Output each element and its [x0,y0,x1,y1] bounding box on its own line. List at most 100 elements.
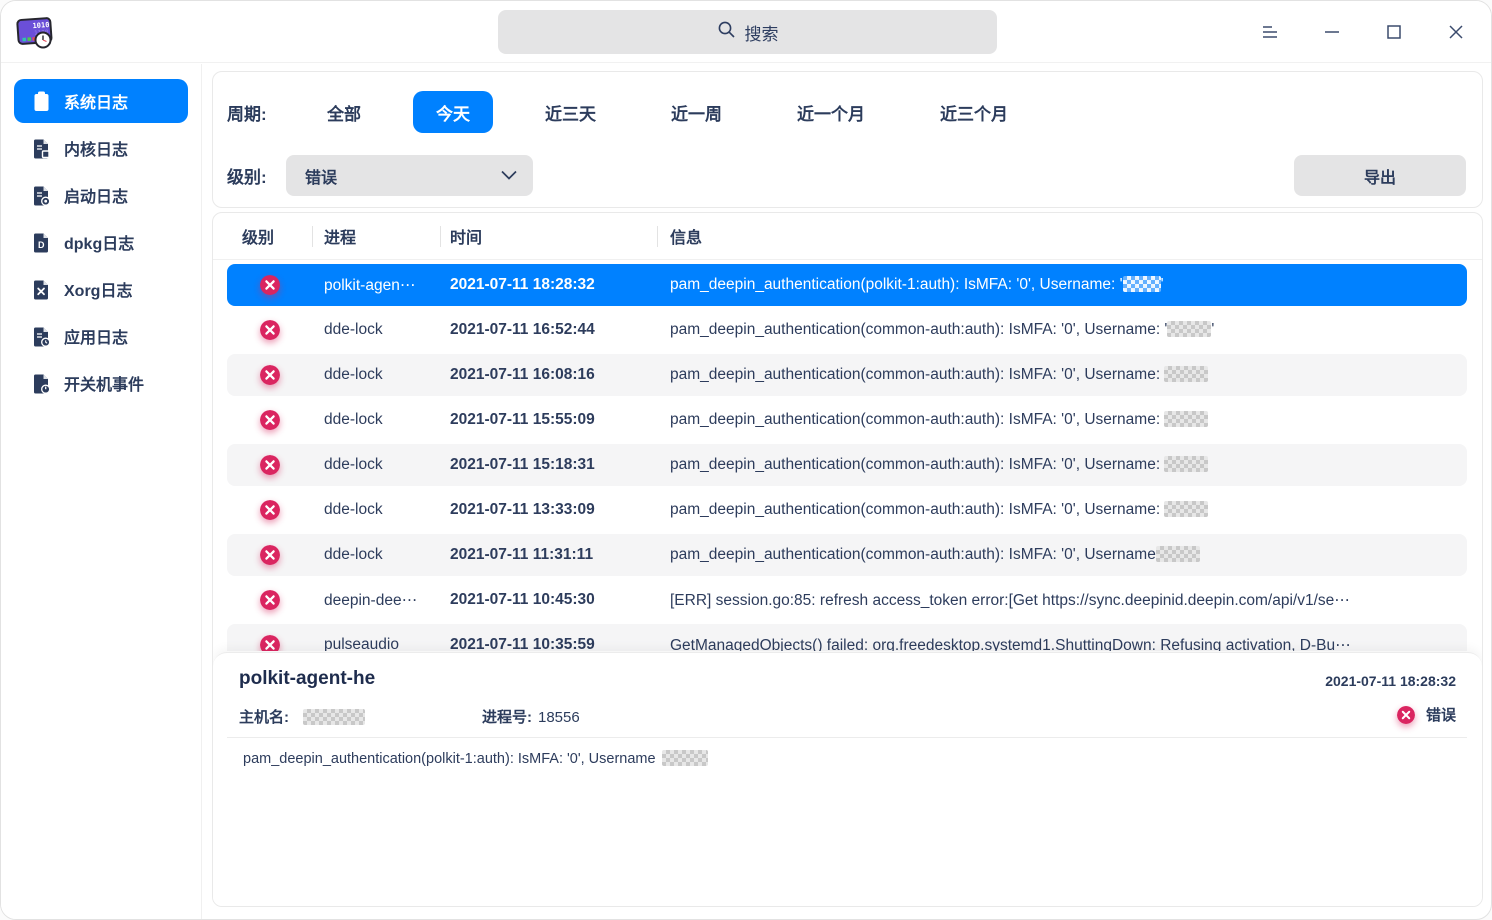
chevron-down-icon [501,167,517,185]
table-row[interactable]: deepin-dee⋯2021-07-11 10:45:30[ERR] sess… [227,579,1467,621]
period-tab-3[interactable]: 近一周 [648,91,745,133]
row-time-cell: 2021-07-11 10:35:59 [440,636,657,651]
svg-text:D: D [38,240,45,250]
period-tab-0[interactable]: 全部 [304,91,384,133]
table-row[interactable]: polkit-agen⋯2021-07-11 18:28:32pam_deepi… [227,264,1467,306]
sidebar-item-label: Xorg日志 [64,277,132,301]
column-header-message[interactable]: 信息 [657,213,1482,259]
detail-pid: 进程号:18556 [482,706,580,727]
row-level-cell [227,320,312,340]
error-icon [260,635,280,651]
row-process-cell: deepin-dee⋯ [312,591,440,610]
error-icon [260,455,280,475]
redacted-username [1164,411,1208,427]
menu-icon[interactable] [1239,1,1301,63]
redacted-username [1164,366,1208,382]
table-row[interactable]: dde-lock2021-07-11 13:33:09pam_deepin_au… [227,489,1467,531]
row-level-cell [227,275,312,295]
column-header-level[interactable]: 级别 [213,213,312,259]
row-time-cell: 2021-07-11 16:52:44 [440,321,657,339]
row-message-cell: pam_deepin_authentication(polkit-1:auth)… [657,276,1467,294]
detail-level-text: 错误 [1426,704,1456,725]
row-message-cell: GetManagedObjects() failed: org.freedesk… [657,636,1467,652]
table-row[interactable]: dde-lock2021-07-11 15:18:31pam_deepin_au… [227,444,1467,486]
search-icon [717,20,736,44]
window-controls [1239,1,1487,63]
redacted-username [1156,546,1200,562]
period-tab-1[interactable]: 今天 [413,91,493,133]
row-time-cell: 2021-07-11 16:08:16 [440,366,657,384]
filter-panel: 周期: 全部今天近三天近一周近一个月近三个月 级别: 错误 导出 [212,71,1483,208]
column-header-process[interactable]: 进程 [312,213,440,259]
error-icon [260,365,280,385]
sidebar-item-power-event[interactable]: 开关机事件 [14,361,188,405]
error-icon [1397,706,1415,724]
column-header-time[interactable]: 时间 [440,213,657,259]
period-tab-2[interactable]: 近三天 [522,91,619,133]
sidebar-item-kernel-log[interactable]: 内核日志 [14,126,188,170]
sidebar-item-boot-log[interactable]: 启动日志 [14,173,188,217]
period-tab-4[interactable]: 近一个月 [774,91,888,133]
row-process-cell: dde-lock [312,366,440,384]
row-time-cell: 2021-07-11 10:45:30 [440,591,657,609]
row-message-cell: pam_deepin_authentication(common-auth:au… [657,411,1467,429]
titlebar: 1010 1100 搜索 [1,1,1491,63]
detail-timestamp: 2021-07-11 18:28:32 [1325,673,1456,689]
error-icon [260,275,280,295]
kernel-log-icon [32,138,51,159]
sidebar-item-label: dpkg日志 [64,230,134,254]
maximize-icon[interactable] [1363,1,1425,63]
sidebar-item-label: 开关机事件 [64,371,144,395]
error-icon [260,500,280,520]
table-row[interactable]: dde-lock2021-07-11 16:52:44pam_deepin_au… [227,309,1467,351]
level-label: 级别: [227,163,286,188]
row-process-cell: polkit-agen⋯ [312,276,440,295]
table-row[interactable]: dde-lock2021-07-11 16:08:16pam_deepin_au… [227,354,1467,396]
redacted-username [1164,456,1208,472]
sidebar-item-system-log[interactable]: 系统日志 [14,79,188,123]
row-message-cell: [ERR] session.go:85: refresh access_toke… [657,591,1467,610]
table-row[interactable]: dde-lock2021-07-11 11:31:11pam_deepin_au… [227,534,1467,576]
table-header: 级别 进程 时间 信息 [213,213,1482,260]
redacted-username [1123,276,1161,292]
dpkg-log-icon: D [32,232,51,253]
detail-divider [227,737,1467,738]
export-button[interactable]: 导出 [1294,155,1466,196]
sidebar-item-dpkg-log[interactable]: Ddpkg日志 [14,220,188,264]
row-message-cell: pam_deepin_authentication(common-auth:au… [657,501,1467,519]
sidebar-item-label: 启动日志 [64,183,128,207]
row-process-cell: dde-lock [312,546,440,564]
redacted-username [662,750,708,766]
row-message-cell: pam_deepin_authentication(common-auth:au… [657,456,1467,474]
log-viewer-window: 1010 1100 搜索 [0,0,1492,920]
redacted-hostname [303,709,365,725]
boot-log-icon [32,185,51,206]
search-input[interactable]: 搜索 [498,10,997,54]
row-level-cell [227,635,312,651]
row-level-cell [227,455,312,475]
sidebar: 系统日志内核日志启动日志 Ddpkg日志 Xorg日志应用日志开关机事件 [1,64,202,919]
row-process-cell: dde-lock [312,411,440,429]
row-process-cell: dde-lock [312,456,440,474]
minimize-icon[interactable] [1301,1,1363,63]
log-viewer-app-icon: 1010 1100 [14,11,56,53]
close-icon[interactable] [1425,1,1487,63]
sidebar-item-xorg-log[interactable]: Xorg日志 [14,267,188,311]
detail-level-badge: 错误 [1397,704,1456,725]
error-icon [260,590,280,610]
detail-message: pam_deepin_authentication(polkit-1:auth)… [243,750,708,767]
detail-process-name: polkit-agent-he [239,668,375,690]
row-time-cell: 2021-07-11 15:55:09 [440,411,657,429]
main-content: 周期: 全部今天近三天近一周近一个月近三个月 级别: 错误 导出 [212,71,1483,907]
error-icon [260,545,280,565]
xorg-log-icon [32,279,51,300]
level-dropdown-value: 错误 [305,164,337,188]
table-row[interactable]: pulseaudio2021-07-11 10:35:59GetManagedO… [227,624,1467,651]
period-tab-5[interactable]: 近三个月 [917,91,1031,133]
level-dropdown[interactable]: 错误 [286,155,533,196]
row-time-cell: 2021-07-11 11:31:11 [440,546,657,564]
row-time-cell: 2021-07-11 13:33:09 [440,501,657,519]
table-row[interactable]: dde-lock2021-07-11 15:55:09pam_deepin_au… [227,399,1467,441]
period-filter-row: 周期: 全部今天近三天近一周近一个月近三个月 [227,91,1060,133]
sidebar-item-app-log[interactable]: 应用日志 [14,314,188,358]
